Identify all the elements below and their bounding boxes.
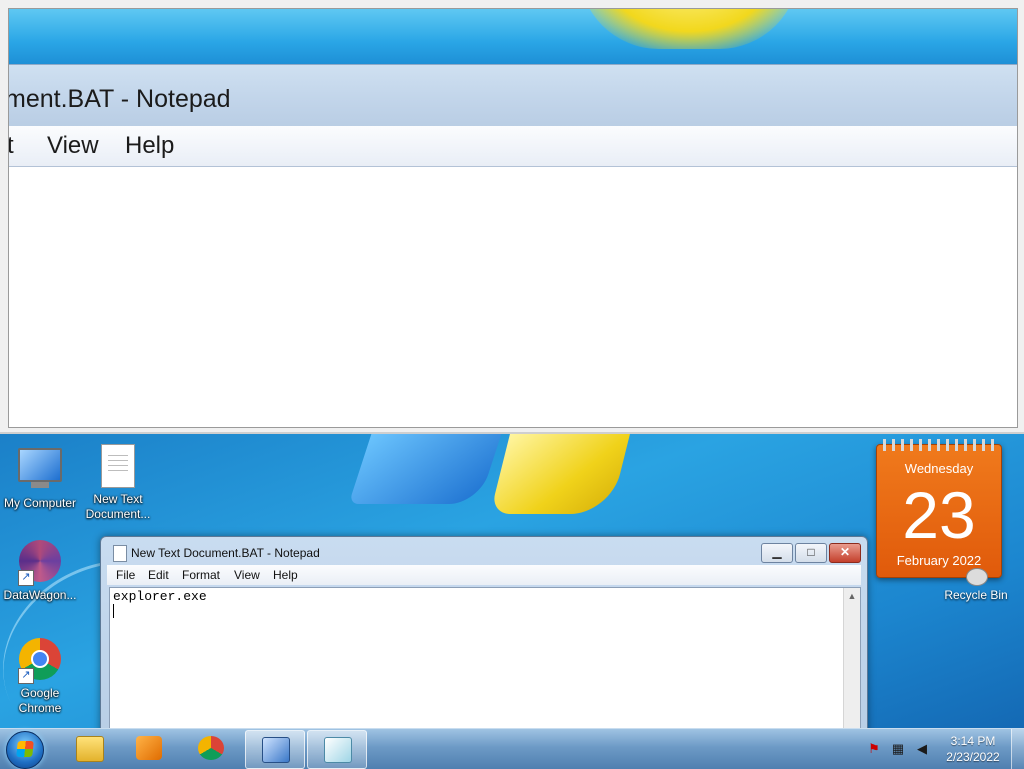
text-document-icon: [96, 444, 140, 488]
recycle-bin-icon[interactable]: [966, 568, 988, 586]
shortcut-arrow-icon: ↗: [18, 570, 34, 586]
notepad-icon: [113, 545, 127, 562]
datawagon-icon: ↗: [18, 540, 62, 586]
desktop-icon-recycle-bin[interactable]: Recycle Bin: [936, 588, 1016, 602]
close-button[interactable]: ✕: [829, 543, 861, 563]
magnified-logo-flare: [579, 9, 799, 49]
calendar-rings: [883, 439, 995, 451]
desktop-icon-label: New Text: [93, 492, 143, 506]
menu-view[interactable]: View: [234, 568, 260, 582]
taskbar: ⚑ ▦ ◀ 3:14 PM 2/23/2022: [0, 728, 1024, 769]
magnified-title-bar: ment.BAT - Notepad: [9, 64, 1017, 127]
wallpaper-logo-yellow: [490, 434, 630, 514]
minimize-button[interactable]: ▁: [761, 543, 793, 563]
show-desktop-button[interactable]: [1011, 729, 1024, 769]
editor-content[interactable]: explorer.exe: [113, 589, 207, 604]
menu-bar: File Edit Format View Help: [107, 565, 861, 585]
media-player-icon: [136, 736, 162, 760]
taskbar-explorer-button[interactable]: [60, 730, 118, 767]
text-editor[interactable]: explorer.exe ▲: [109, 587, 861, 728]
magnifier-view: ment.BAT - Notepad t View Help: [8, 8, 1018, 428]
desktop-icon-datawagon[interactable]: ↗ DataWagon...: [0, 540, 80, 603]
magnified-menu-help[interactable]: Help: [125, 132, 174, 160]
magnified-menu-view[interactable]: View: [47, 132, 99, 160]
calendar-weekday: Wednesday: [904, 461, 974, 476]
magnified-window-title: ment.BAT - Notepad: [8, 85, 231, 113]
notepad-window: New Text Document.BAT - Notepad ▁ □ ✕ Fi…: [100, 536, 868, 728]
clock-date: 2/23/2022: [946, 750, 1000, 764]
desktop-icon-label: DataWagon...: [3, 588, 77, 602]
scroll-up-arrow-icon[interactable]: ▲: [844, 591, 860, 601]
calendar-day-number: 23: [902, 478, 976, 552]
chrome-icon: [198, 736, 224, 760]
start-button[interactable]: [6, 731, 44, 769]
vertical-scrollbar[interactable]: ▲: [843, 588, 860, 728]
taskbar-chrome-button[interactable]: [182, 730, 240, 767]
volume-icon[interactable]: ◀: [914, 741, 930, 757]
computer-icon: [18, 448, 62, 492]
windows-logo-icon: [16, 741, 34, 757]
wallpaper-logo-blue: [348, 434, 502, 504]
desktop-icon-label: My Computer: [3, 496, 77, 510]
menu-file[interactable]: File: [116, 568, 135, 582]
action-center-icon[interactable]: ⚑: [866, 741, 882, 757]
shortcut-arrow-icon: ↗: [18, 668, 34, 684]
desktop-icon-google-chrome[interactable]: ↗ Google Chrome: [0, 638, 80, 716]
magnified-editor-area: [9, 167, 1017, 427]
desktop-icon-label: Google: [20, 686, 60, 700]
magnifier-window: ment.BAT - Notepad t View Help: [0, 0, 1024, 434]
magnifier-icon: [262, 737, 290, 763]
desktop-icon-new-text-document[interactable]: New Text Document...: [78, 444, 158, 522]
clock-time: 3:14 PM: [950, 734, 996, 748]
menu-edit[interactable]: Edit: [148, 568, 169, 582]
window-title: New Text Document.BAT - Notepad: [131, 546, 320, 560]
folder-icon: [76, 736, 104, 762]
maximize-button[interactable]: □: [795, 543, 827, 563]
taskbar-media-player-button[interactable]: [120, 730, 178, 767]
network-icon[interactable]: ▦: [890, 741, 906, 757]
menu-format[interactable]: Format: [182, 568, 220, 582]
magnified-menu-bar: t View Help: [9, 126, 1017, 167]
desktop-icon-label-line2: Chrome: [18, 701, 62, 715]
system-clock[interactable]: 3:14 PM 2/23/2022: [938, 733, 1008, 765]
magnified-menu-format[interactable]: t: [9, 132, 14, 160]
desktop-icon-my-computer[interactable]: My Computer: [0, 444, 80, 511]
taskbar-magnifier-button[interactable]: [245, 730, 305, 769]
chrome-icon: ↗: [18, 638, 62, 684]
desktop: My Computer New Text Document... ↗ DataW…: [0, 434, 1024, 728]
calendar-gadget[interactable]: Wednesday 23 February 2022: [876, 439, 1002, 578]
desktop-icon-label-line2: Document...: [85, 507, 151, 521]
taskbar-notepad-button[interactable]: [307, 730, 367, 769]
notepad-icon: [324, 737, 352, 763]
calendar-month-year: February 2022: [896, 553, 982, 568]
magnified-wallpaper: [9, 9, 1017, 64]
text-caret: [113, 604, 114, 618]
menu-help[interactable]: Help: [273, 568, 298, 582]
